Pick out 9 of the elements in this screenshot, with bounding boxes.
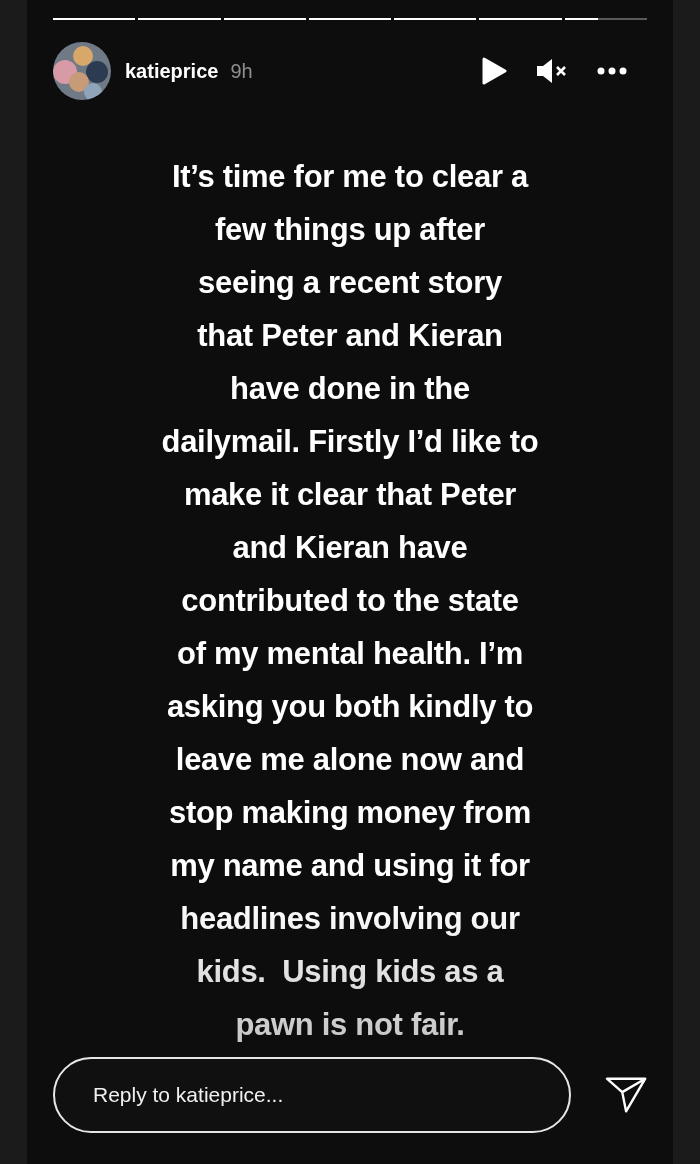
send-icon[interactable] [604,1075,647,1115]
username[interactable]: katieprice [125,56,219,86]
story-text: It’s time for me to clear a few things up after seeing a recent story that Peter and Kieran have done in the dailymail. Firstly I’d like to make it clear that Peter and Kieran have contributed to the state of my mental health. I’m asking you both kindly to leave me alone now and stop making money from my name and using it for headlines involving our kids. Using kids as a pawn is not fair. [160,158,540,1044]
reply-field[interactable]: Reply to katieprice... [53,1057,571,1133]
play-icon[interactable] [481,57,507,85]
timestamp: 9h [230,59,253,84]
more-icon[interactable] [597,67,627,75]
muted-speaker-icon[interactable] [535,57,567,85]
avatar[interactable] [53,42,111,100]
